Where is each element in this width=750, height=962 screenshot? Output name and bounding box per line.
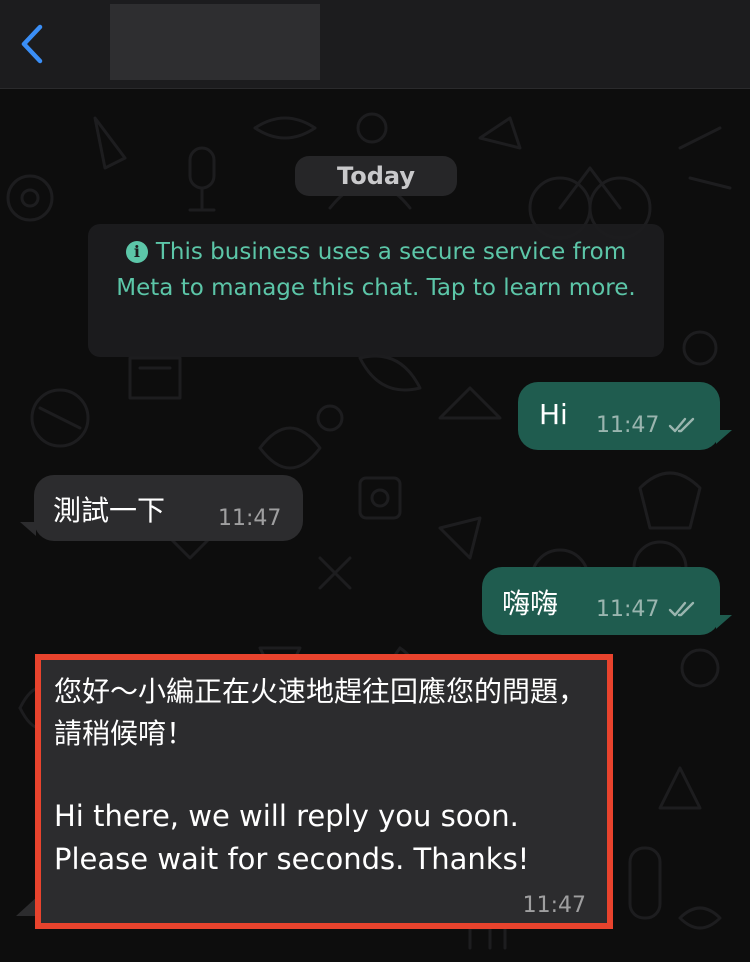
bubble-tail (20, 522, 36, 536)
back-button[interactable] (10, 20, 54, 68)
double-check-icon (668, 601, 695, 617)
bubble-tail (716, 430, 732, 444)
message-time: 11:47 (596, 597, 660, 622)
message-time: 11:47 (596, 413, 660, 438)
bubble-tail (16, 896, 38, 916)
info-icon: i (125, 241, 148, 263)
notice-text: This business uses a secure service from… (116, 239, 636, 301)
message-outgoing[interactable]: Hi 11:47 (518, 382, 720, 450)
chevron-left-icon (21, 24, 43, 64)
bubble-tail (716, 615, 732, 629)
message-time: 11:47 (522, 893, 586, 918)
message-text-chinese: 您好～小編正在火速地趕往回應您的問題，請稍候唷！ (54, 675, 587, 750)
double-check-icon (668, 417, 695, 433)
date-separator: Today (295, 156, 457, 196)
message-text: 測試一下 (53, 494, 166, 527)
business-notice[interactable]: i This business uses a secure service fro… (88, 224, 664, 357)
date-label: Today (337, 162, 415, 190)
message-outgoing[interactable]: 嗨嗨 11:47 (482, 567, 720, 635)
message-time: 11:47 (218, 506, 282, 531)
auto-reply-message-highlighted[interactable]: 您好～小編正在火速地趕往回應您的問題，請稍候唷！ Hi there, we wi… (35, 654, 613, 929)
message-text: 嗨嗨 (502, 587, 559, 620)
message-text: Hi (539, 398, 568, 431)
message-text-english: Hi there, we will reply you soon. Please… (54, 799, 530, 876)
message-incoming[interactable]: 測試一下 11:47 (34, 475, 303, 541)
chat-header (0, 0, 750, 89)
contact-name-redacted[interactable] (110, 4, 320, 80)
